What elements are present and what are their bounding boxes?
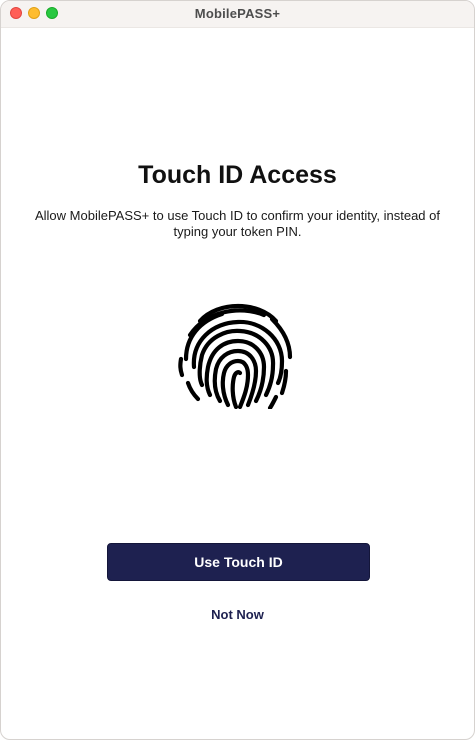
app-window: MobilePASS+ Touch ID Access Allow Mobile… <box>0 0 475 740</box>
title-bar[interactable]: MobilePASS+ <box>1 1 474 28</box>
fingerprint-icon <box>178 303 293 409</box>
window-title: MobilePASS+ <box>194 6 281 21</box>
page-title: Touch ID Access <box>138 161 337 189</box>
not-now-link[interactable]: Not Now <box>1 607 474 622</box>
page-description: Allow MobilePASS+ to use Touch ID to con… <box>34 208 440 239</box>
use-touch-id-button[interactable]: Use Touch ID <box>107 543 370 581</box>
